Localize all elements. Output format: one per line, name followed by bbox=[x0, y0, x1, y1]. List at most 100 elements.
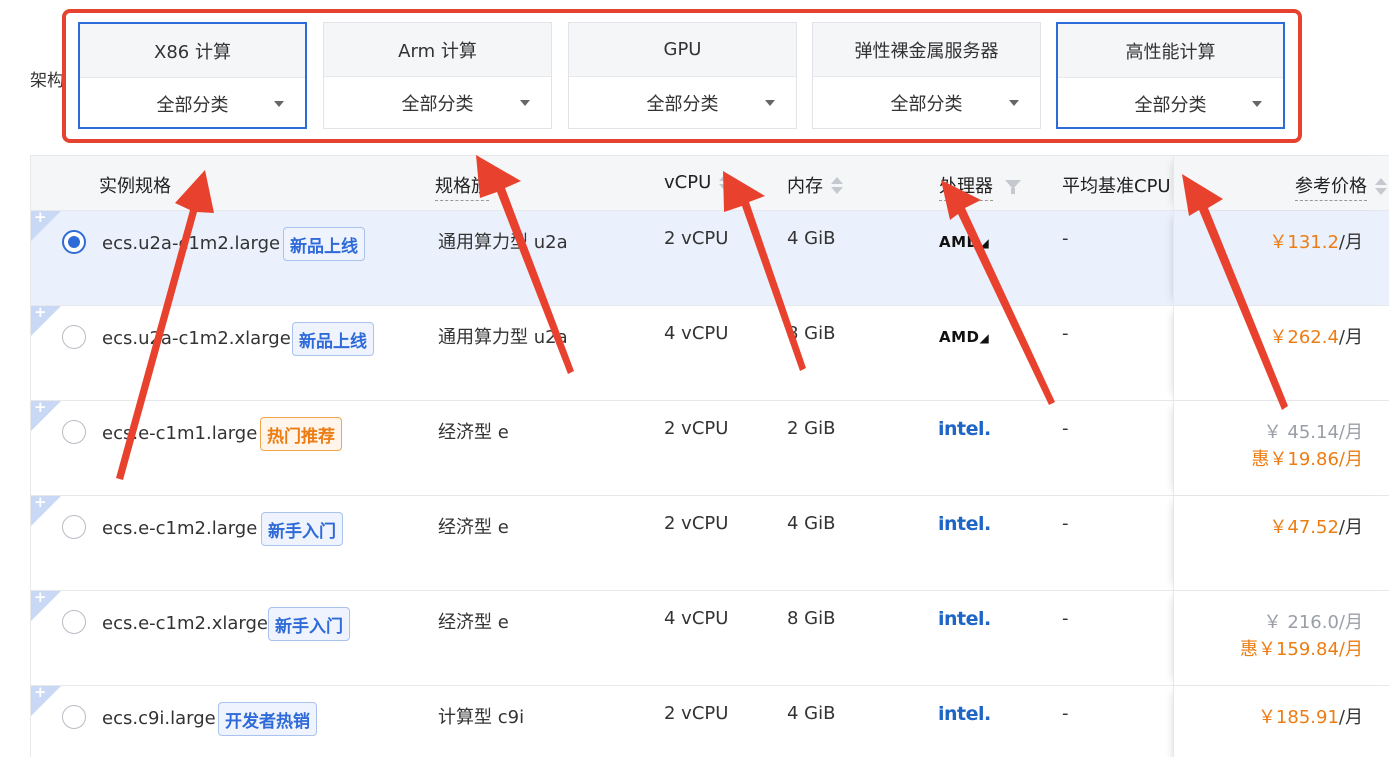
baseline-value: - bbox=[1062, 703, 1069, 724]
instance-spec: ecs.e-c1m2.xlarge bbox=[102, 613, 268, 634]
price-cell: ￥ 216.0/月 惠￥159.84/月 bbox=[1173, 591, 1389, 686]
price-unit: /月 bbox=[1338, 707, 1363, 728]
header-label: 参考价格 bbox=[1295, 172, 1367, 201]
intel-logo: intel. bbox=[938, 608, 991, 630]
memory-value: 8 GiB bbox=[787, 608, 836, 629]
select-radio[interactable] bbox=[62, 420, 86, 444]
price-unit: /月 bbox=[1338, 612, 1363, 633]
select-value: 全部分类 bbox=[646, 94, 719, 115]
header-family[interactable]: 规格族 bbox=[435, 172, 489, 201]
table-row[interactable]: + ecs.c9i.large 开发者热销 计算型 c9i 2 vCPU 4 GiB int… bbox=[31, 683, 1389, 757]
plus-icon[interactable]: + bbox=[34, 303, 47, 321]
vcpu-value: 2 vCPU bbox=[664, 703, 729, 724]
instance-family: 经济型 e bbox=[438, 422, 509, 443]
tab-title: Arm 计算 bbox=[324, 23, 551, 77]
filter-icon[interactable] bbox=[1005, 179, 1021, 194]
tab-title: GPU bbox=[569, 23, 796, 77]
price-header-cell: 参考价格 bbox=[1173, 156, 1389, 210]
header-label: vCPU bbox=[664, 172, 712, 193]
tab-x86[interactable]: X86 计算 全部分类 bbox=[78, 22, 307, 129]
price-cell: ￥47.52/月 bbox=[1173, 496, 1389, 591]
memory-value: 4 GiB bbox=[787, 513, 836, 534]
baseline-value: - bbox=[1062, 323, 1069, 344]
table-row[interactable]: + ecs.e-c1m2.large 新手入门 经济型 e 2 vCPU 4 GiB int… bbox=[31, 493, 1389, 591]
price-amount: ￥ 45.14 bbox=[1263, 422, 1339, 443]
tag-badge: 新手入门 bbox=[261, 512, 343, 546]
tab-hpc[interactable]: 高性能计算 全部分类 bbox=[1056, 22, 1285, 129]
vcpu-value: 2 vCPU bbox=[664, 418, 729, 439]
baseline-value: - bbox=[1062, 608, 1069, 629]
tab-title: 高性能计算 bbox=[1058, 24, 1283, 78]
tab-arm[interactable]: Arm 计算 全部分类 bbox=[323, 22, 552, 129]
select-radio[interactable] bbox=[62, 515, 86, 539]
plus-icon[interactable]: + bbox=[34, 493, 47, 511]
tab-gpu[interactable]: GPU 全部分类 bbox=[568, 22, 797, 129]
tab-title: X86 计算 bbox=[80, 24, 305, 78]
header-baseline: 平均基准CPU bbox=[1062, 172, 1171, 198]
price-amount: ￥131.2 bbox=[1269, 232, 1339, 253]
price-amount: ￥262.4 bbox=[1269, 327, 1339, 348]
instance-family: 经济型 e bbox=[438, 612, 509, 633]
header-memory[interactable]: 内存 bbox=[787, 172, 843, 198]
select-value: 全部分类 bbox=[1134, 95, 1207, 116]
category-select[interactable]: 全部分类 bbox=[1058, 78, 1283, 130]
tag-badge: 新品上线 bbox=[292, 322, 374, 356]
sort-icon[interactable] bbox=[831, 176, 843, 194]
header-label: 处理器 bbox=[939, 172, 993, 201]
price-amount: ￥47.52 bbox=[1269, 517, 1339, 538]
header-vcpu[interactable]: vCPU bbox=[664, 172, 732, 193]
plus-icon[interactable]: + bbox=[34, 683, 47, 701]
category-select[interactable]: 全部分类 bbox=[324, 77, 551, 129]
reference-price: ￥262.4/月 bbox=[1269, 323, 1363, 349]
price-unit: /月 bbox=[1338, 327, 1363, 348]
memory-value: 8 GiB bbox=[787, 323, 836, 344]
header-processor[interactable]: 处理器 bbox=[939, 172, 1021, 201]
plus-icon[interactable]: + bbox=[34, 588, 47, 606]
instance-family: 计算型 c9i bbox=[438, 707, 525, 728]
table-row[interactable]: + ecs.u2a-c1m2.large 新品上线 通用算力型 u2a 2 vCPU 4 … bbox=[31, 208, 1389, 306]
chevron-down-icon[interactable] bbox=[765, 100, 775, 106]
table-row[interactable]: + ecs.u2a-c1m2.xlarge 新品上线 通用算力型 u2a 4 vCPU 8… bbox=[31, 303, 1389, 401]
architecture-label: 架构 bbox=[30, 71, 64, 91]
sort-icon[interactable] bbox=[1375, 178, 1387, 195]
reference-price: ￥47.52/月 bbox=[1269, 513, 1363, 539]
tag-badge: 开发者热销 bbox=[218, 702, 317, 736]
instance-spec: ecs.e-c1m2.large bbox=[102, 518, 258, 539]
category-select[interactable]: 全部分类 bbox=[569, 77, 796, 129]
price-amount: ￥ 216.0 bbox=[1263, 612, 1339, 633]
price-cell: ￥262.4/月 bbox=[1173, 306, 1389, 401]
select-radio[interactable] bbox=[62, 705, 86, 729]
instance-spec: ecs.u2a-c1m2.large bbox=[102, 233, 281, 254]
reference-price: ￥ 216.0/月 bbox=[1264, 608, 1363, 634]
instance-family: 经济型 e bbox=[438, 517, 509, 538]
memory-value: 4 GiB bbox=[787, 228, 836, 249]
intel-logo: intel. bbox=[938, 513, 991, 535]
category-select[interactable]: 全部分类 bbox=[813, 77, 1040, 129]
header-label: 平均基准CPU bbox=[1062, 176, 1171, 197]
intel-logo: intel. bbox=[938, 418, 991, 440]
amd-logo: AMD◢ bbox=[939, 328, 990, 346]
category-select[interactable]: 全部分类 bbox=[80, 78, 305, 130]
instance-spec: ecs.c9i.large bbox=[102, 708, 216, 729]
tag-badge: 热门推荐 bbox=[260, 417, 342, 451]
intel-logo: intel. bbox=[938, 703, 991, 725]
chevron-down-icon[interactable] bbox=[1009, 100, 1019, 106]
select-radio[interactable] bbox=[62, 325, 86, 349]
header-price[interactable]: 参考价格 bbox=[1295, 172, 1389, 201]
plus-icon[interactable]: + bbox=[34, 398, 47, 416]
architecture-tabs: X86 计算 全部分类 Arm 计算 全部分类 GPU 全部分类 弹性裸金属服务… bbox=[78, 22, 1288, 130]
table-row[interactable]: + ecs.e-c1m2.xlarge 新手入门 经济型 e 4 vCPU 8 GiB in… bbox=[31, 588, 1389, 686]
baseline-value: - bbox=[1062, 513, 1069, 534]
select-radio[interactable] bbox=[62, 610, 86, 634]
chevron-down-icon[interactable] bbox=[520, 100, 530, 106]
sort-icon[interactable] bbox=[719, 174, 732, 191]
select-radio[interactable] bbox=[62, 230, 86, 254]
header-instance: 实例规格 bbox=[99, 172, 171, 198]
tag-badge: 新手入门 bbox=[268, 607, 350, 641]
chevron-down-icon[interactable] bbox=[1252, 101, 1262, 107]
table-row[interactable]: + ecs.e-c1m1.large 热门推荐 经济型 e 2 vCPU 2 GiB int… bbox=[31, 398, 1389, 496]
tab-bare-metal[interactable]: 弹性裸金属服务器 全部分类 bbox=[812, 22, 1041, 129]
plus-icon[interactable]: + bbox=[34, 208, 47, 226]
vcpu-value: 4 vCPU bbox=[664, 323, 729, 344]
chevron-down-icon[interactable] bbox=[274, 101, 284, 107]
